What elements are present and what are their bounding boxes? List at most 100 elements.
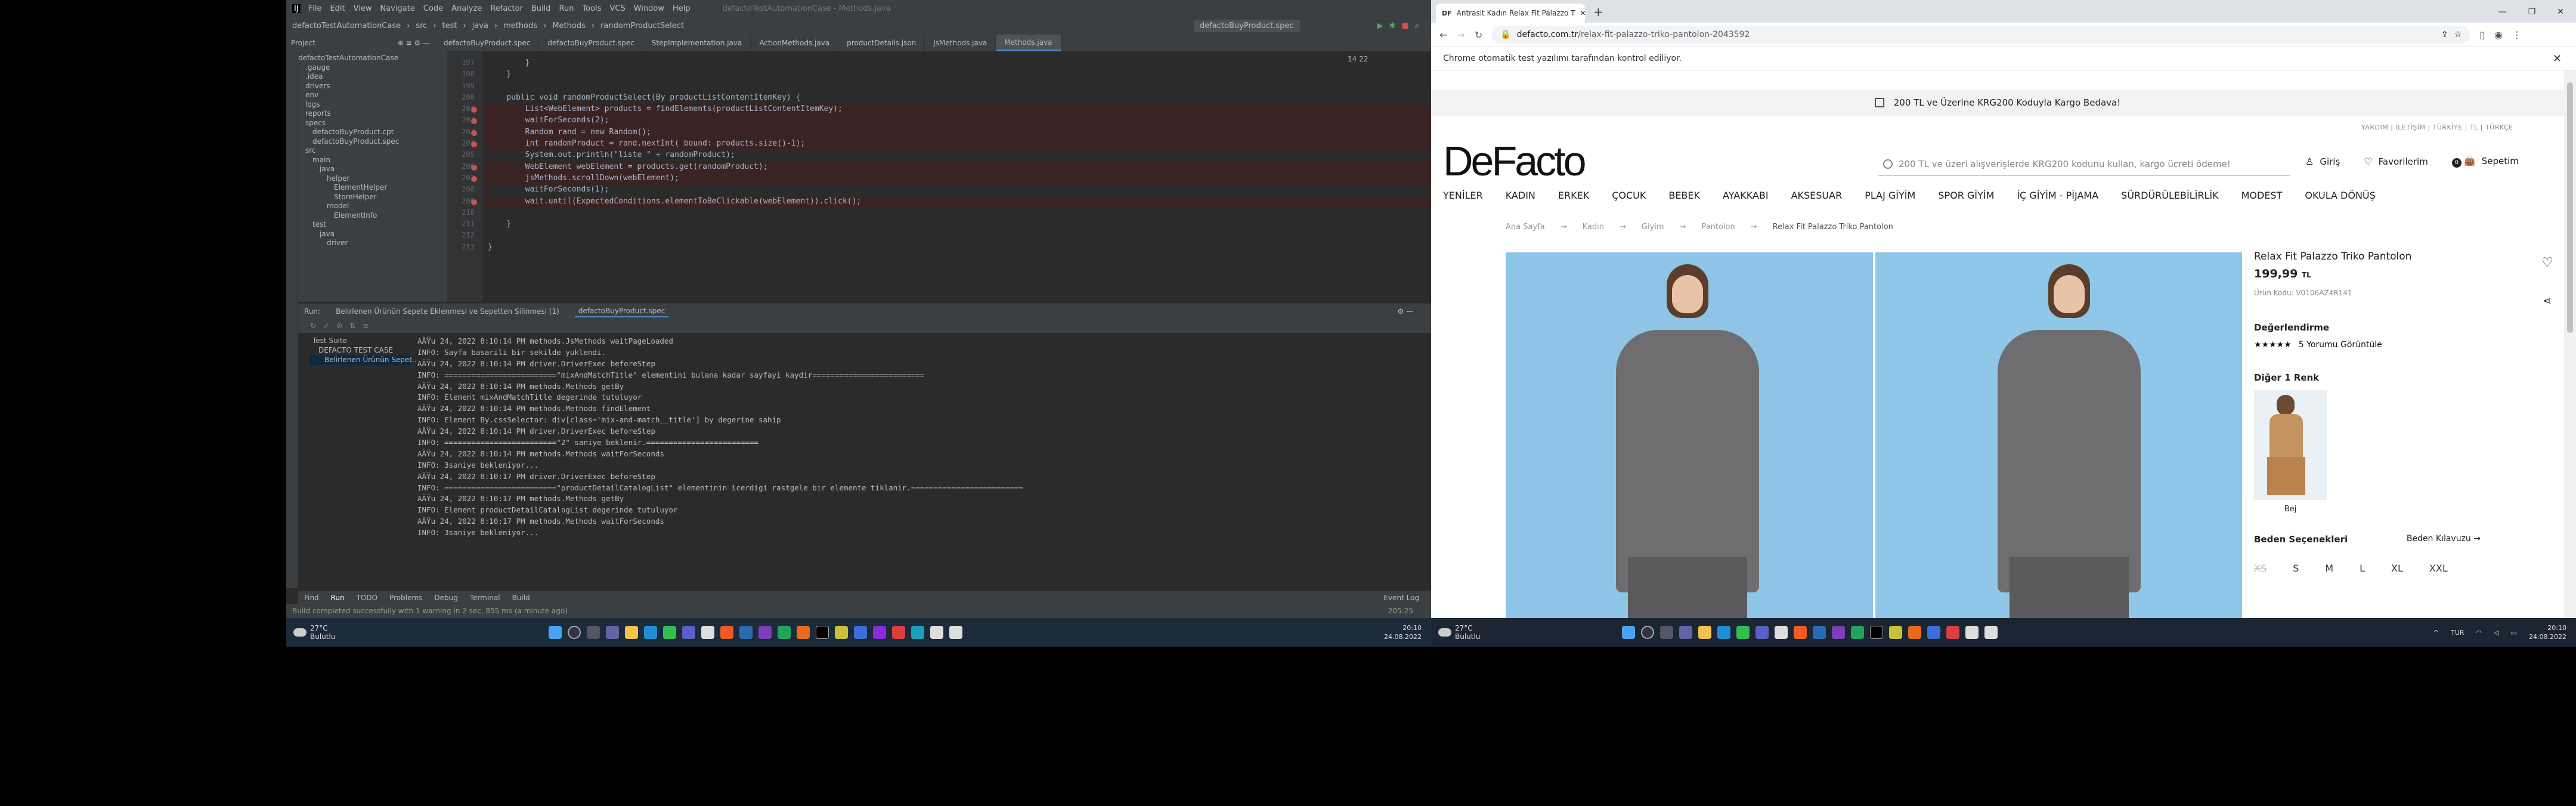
search-input[interactable]: 200 TL ve üzeri alışverişlerde KRG200 ko… xyxy=(1878,152,2290,176)
event-log[interactable]: Event Log xyxy=(1383,594,1419,602)
app-icon[interactable] xyxy=(1946,626,1959,639)
code-line[interactable]: } xyxy=(483,243,1431,254)
whatsapp-icon[interactable] xyxy=(1736,626,1750,639)
code-line[interactable]: WebElement webElement = products.get(ran… xyxy=(483,162,1431,174)
nav-item[interactable]: BEBEK xyxy=(1668,190,1700,201)
nav-item[interactable]: AYAKKABI xyxy=(1723,190,1769,201)
postman-icon[interactable] xyxy=(720,626,733,639)
line-number[interactable]: 212 xyxy=(447,231,483,242)
app-icon[interactable] xyxy=(797,626,810,639)
file-explorer-icon[interactable] xyxy=(1698,626,1711,639)
breadcrumb-item[interactable]: Pantolon xyxy=(1701,223,1735,231)
line-number[interactable]: 203 xyxy=(447,128,483,139)
code-line[interactable] xyxy=(483,231,1431,242)
line-number[interactable]: 206 xyxy=(447,162,483,174)
defacto-logo[interactable]: DeFacto xyxy=(1443,137,1587,185)
test-scenario-item[interactable]: Belirlenen Ürünün Sepet... xyxy=(310,356,419,365)
nav-item[interactable]: ERKEK xyxy=(1558,190,1589,201)
tab-jsmethods[interactable]: JsMethods.java xyxy=(925,35,996,51)
tree-item[interactable]: .idea xyxy=(298,72,447,82)
line-number[interactable]: 209 xyxy=(447,197,483,208)
nav-item[interactable]: OKULA DÖNÜŞ xyxy=(2305,190,2375,201)
app-icon[interactable] xyxy=(1927,626,1940,639)
breadcrumb-item[interactable]: Methods xyxy=(552,21,586,30)
reload-icon[interactable]: ↻ xyxy=(1475,29,1482,41)
chrome-icon[interactable] xyxy=(1965,626,1979,639)
menu-analyze[interactable]: Analyze xyxy=(451,4,482,13)
nav-item[interactable]: AKSESUAR xyxy=(1791,190,1843,201)
address-bar[interactable]: 🔒 defacto.com.tr/relax-fit-palazzo-triko… xyxy=(1492,26,2470,44)
project-header[interactable]: Project ⊕ ≡ ⚙ — xyxy=(286,35,435,51)
tab-defactobuyproduct-spec-2[interactable]: defactoBuyProduct.spec xyxy=(539,35,643,51)
chat-icon[interactable] xyxy=(1679,626,1692,639)
code-line[interactable]: } xyxy=(483,70,1431,81)
chat-icon[interactable] xyxy=(606,626,619,639)
edge-icon[interactable] xyxy=(1717,626,1730,639)
code-line[interactable]: Random rand = new Random(); xyxy=(483,127,1431,140)
product-image-1[interactable] xyxy=(1506,252,1873,618)
cancel-icon[interactable]: ⊘ xyxy=(336,322,342,330)
tab-methods[interactable]: Methods.java xyxy=(996,35,1061,51)
breakpoint-icon[interactable] xyxy=(471,107,477,113)
line-number[interactable]: 201 xyxy=(447,104,483,116)
file-explorer-icon[interactable] xyxy=(625,626,638,639)
tab-productdetails[interactable]: productDetails.json xyxy=(838,35,925,51)
line-number[interactable]: 208 xyxy=(447,185,483,196)
menu-help[interactable]: Help xyxy=(673,4,691,13)
tool-terminal[interactable]: Terminal xyxy=(470,594,500,602)
page-scrollbar[interactable] xyxy=(2564,70,2576,618)
tree-item[interactable]: java xyxy=(298,165,447,174)
cursor-position[interactable]: 205:25 xyxy=(1388,607,1413,615)
search-icon[interactable] xyxy=(1641,626,1654,639)
maximize-icon[interactable]: ❐ xyxy=(2528,7,2536,17)
tree-item[interactable]: test xyxy=(298,220,447,230)
code-line[interactable]: } xyxy=(483,220,1431,231)
menu-edit[interactable]: Edit xyxy=(330,4,345,13)
rerun-icon[interactable]: ↻ xyxy=(310,322,316,330)
line-number[interactable]: 205 xyxy=(447,150,483,162)
chrome-icon[interactable] xyxy=(1775,626,1788,639)
tree-item[interactable]: ElementInfo xyxy=(298,211,447,221)
menu-tools[interactable]: Tools xyxy=(582,4,601,13)
app-icon[interactable] xyxy=(892,626,905,639)
inspection-widget[interactable]: 14 22 xyxy=(1348,55,1368,63)
app-icon[interactable] xyxy=(1889,626,1902,639)
line-number[interactable]: 207 xyxy=(447,174,483,185)
line-number[interactable]: 210 xyxy=(447,208,483,220)
app-icon[interactable] xyxy=(758,626,772,639)
tree-item[interactable]: reports xyxy=(298,109,447,119)
close-icon[interactable]: ✕ xyxy=(2553,53,2562,65)
tree-item[interactable]: defactoBuyProduct.cpt xyxy=(298,128,447,137)
sort-icon[interactable]: ⇅ xyxy=(349,322,355,330)
share-icon[interactable]: ⇪ xyxy=(2441,30,2448,39)
code-line[interactable]: waitForSeconds(1); xyxy=(483,185,1431,196)
expand-icon[interactable]: ≡ xyxy=(363,322,369,330)
tree-item[interactable]: .gauge xyxy=(298,63,447,73)
menu-vcs[interactable]: VCS xyxy=(609,4,625,13)
login-button[interactable]: ♙ Giriş xyxy=(2305,156,2340,167)
line-number[interactable]: 211 xyxy=(447,220,483,231)
search-icon[interactable]: ⌕ xyxy=(1415,21,1419,30)
app-icon[interactable] xyxy=(835,626,848,639)
size-option[interactable]: S xyxy=(2293,563,2299,574)
breakpoint-icon[interactable] xyxy=(471,175,477,182)
tree-item[interactable]: defactoBuyProduct.spec xyxy=(298,137,447,147)
tree-item[interactable]: driver xyxy=(298,239,447,248)
breadcrumb-item[interactable]: test xyxy=(442,21,457,30)
tab-stepimplementation[interactable]: StepImplementation.java xyxy=(643,35,751,51)
code-line[interactable] xyxy=(483,208,1431,220)
tree-item[interactable]: java xyxy=(298,230,447,239)
tree-item[interactable]: src xyxy=(298,146,447,156)
windows-start-icon[interactable] xyxy=(549,626,562,639)
test-suite-item[interactable]: Test Suite xyxy=(310,336,411,346)
breadcrumb-item[interactable]: randomProductSelect xyxy=(600,21,684,30)
run-tab-scenario[interactable]: Belirlenen Ürünün Sepete Eklenmesi ve Se… xyxy=(332,306,563,317)
line-number[interactable]: 197 xyxy=(447,58,483,70)
intellij-icon[interactable] xyxy=(1870,626,1883,639)
wifi-icon[interactable]: ◠ xyxy=(2476,628,2482,637)
app-icon[interactable] xyxy=(739,626,753,639)
tree-item[interactable]: StoreHelper xyxy=(298,193,447,202)
console-output[interactable]: AÄŸu 24, 2022 8:10:14 PM methods.JsMetho… xyxy=(417,333,1419,583)
clock[interactable]: 20:10 24.08.2022 xyxy=(1384,623,1431,641)
tree-item[interactable]: specs xyxy=(298,119,447,128)
